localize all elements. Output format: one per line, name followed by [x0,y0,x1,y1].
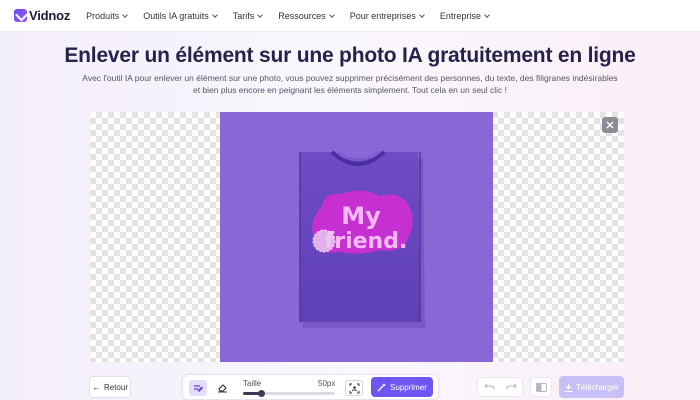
history-controls [477,377,523,397]
close-icon [606,121,614,129]
menu-item-entreprise[interactable]: Entreprise [439,10,490,21]
download-label: Télécharger [576,382,619,392]
back-button[interactable]: ← Retour [89,376,131,398]
menu-label: Pour entreprises [349,10,416,21]
editor-canvas[interactable]: My friend. [90,112,624,362]
brush-tool-button[interactable] [189,380,207,396]
menu-item-outils[interactable]: Outils IA gratuits [143,10,218,21]
size-label: Taille [243,379,262,388]
undo-button[interactable] [483,378,495,396]
download-icon [564,383,573,392]
select-object-button[interactable] [345,380,363,396]
chevron-down-icon [418,11,425,18]
print-text-line2: friend. [325,229,408,254]
close-button[interactable] [602,117,618,133]
select-object-icon [349,383,359,393]
logo[interactable]: Vidnoz [14,8,70,23]
chevron-down-icon [328,11,335,18]
menu-item-produits[interactable]: Produits [86,10,129,21]
size-slider[interactable] [243,390,335,397]
menu-item-tarifs[interactable]: Tarifs [232,10,264,21]
size-slider-thumb[interactable] [258,390,266,397]
chevron-down-icon [257,11,264,18]
page-subtitle: Avec l'outil IA pour enlever un élément … [82,73,618,95]
menu-label: Tarifs [232,10,255,21]
top-nav: Vidnoz Produits Outils IA gratuits Tarif… [0,0,700,32]
eraser-icon [217,384,227,393]
delete-label: Supprimer [390,382,427,392]
brush-icon [193,384,203,392]
menu-label: Entreprise [439,10,481,21]
magic-wand-icon [377,383,387,392]
menu-label: Outils IA gratuits [143,10,209,21]
chevron-down-icon [211,11,218,18]
size-value: 50px [318,379,336,388]
delete-button[interactable]: Supprimer [371,377,433,397]
menu-item-pour-entreprises[interactable]: Pour entreprises [349,10,425,21]
page-title: Enlever un élément sur une photo IA grat… [64,44,636,67]
print-text-line1: My [341,202,381,230]
redo-icon [505,383,517,390]
compare-icon [535,382,547,392]
arrow-left-icon: ← [91,382,101,392]
menu-label: Ressources [278,10,326,21]
chevron-down-icon [484,11,490,18]
compare-button[interactable] [530,377,552,397]
menu-item-ressources[interactable]: Ressources [278,10,335,21]
eraser-tool-button[interactable] [213,380,231,396]
undo-icon [483,383,495,390]
uploaded-photo: My friend. [220,112,493,362]
back-label: Retour [103,382,128,392]
menu-label: Produits [86,10,120,21]
redo-button[interactable] [505,378,517,396]
logo-text: Vidnoz [29,8,71,23]
chevron-down-icon [122,11,129,18]
tshirt-image: My friend. [299,150,425,328]
brush-toolbar: Taille 50px Supprimer [182,374,439,400]
download-button[interactable]: Télécharger [559,376,624,398]
logo-icon [14,9,27,22]
main-menu: Produits Outils IA gratuits Tarifs Resso… [86,11,505,21]
